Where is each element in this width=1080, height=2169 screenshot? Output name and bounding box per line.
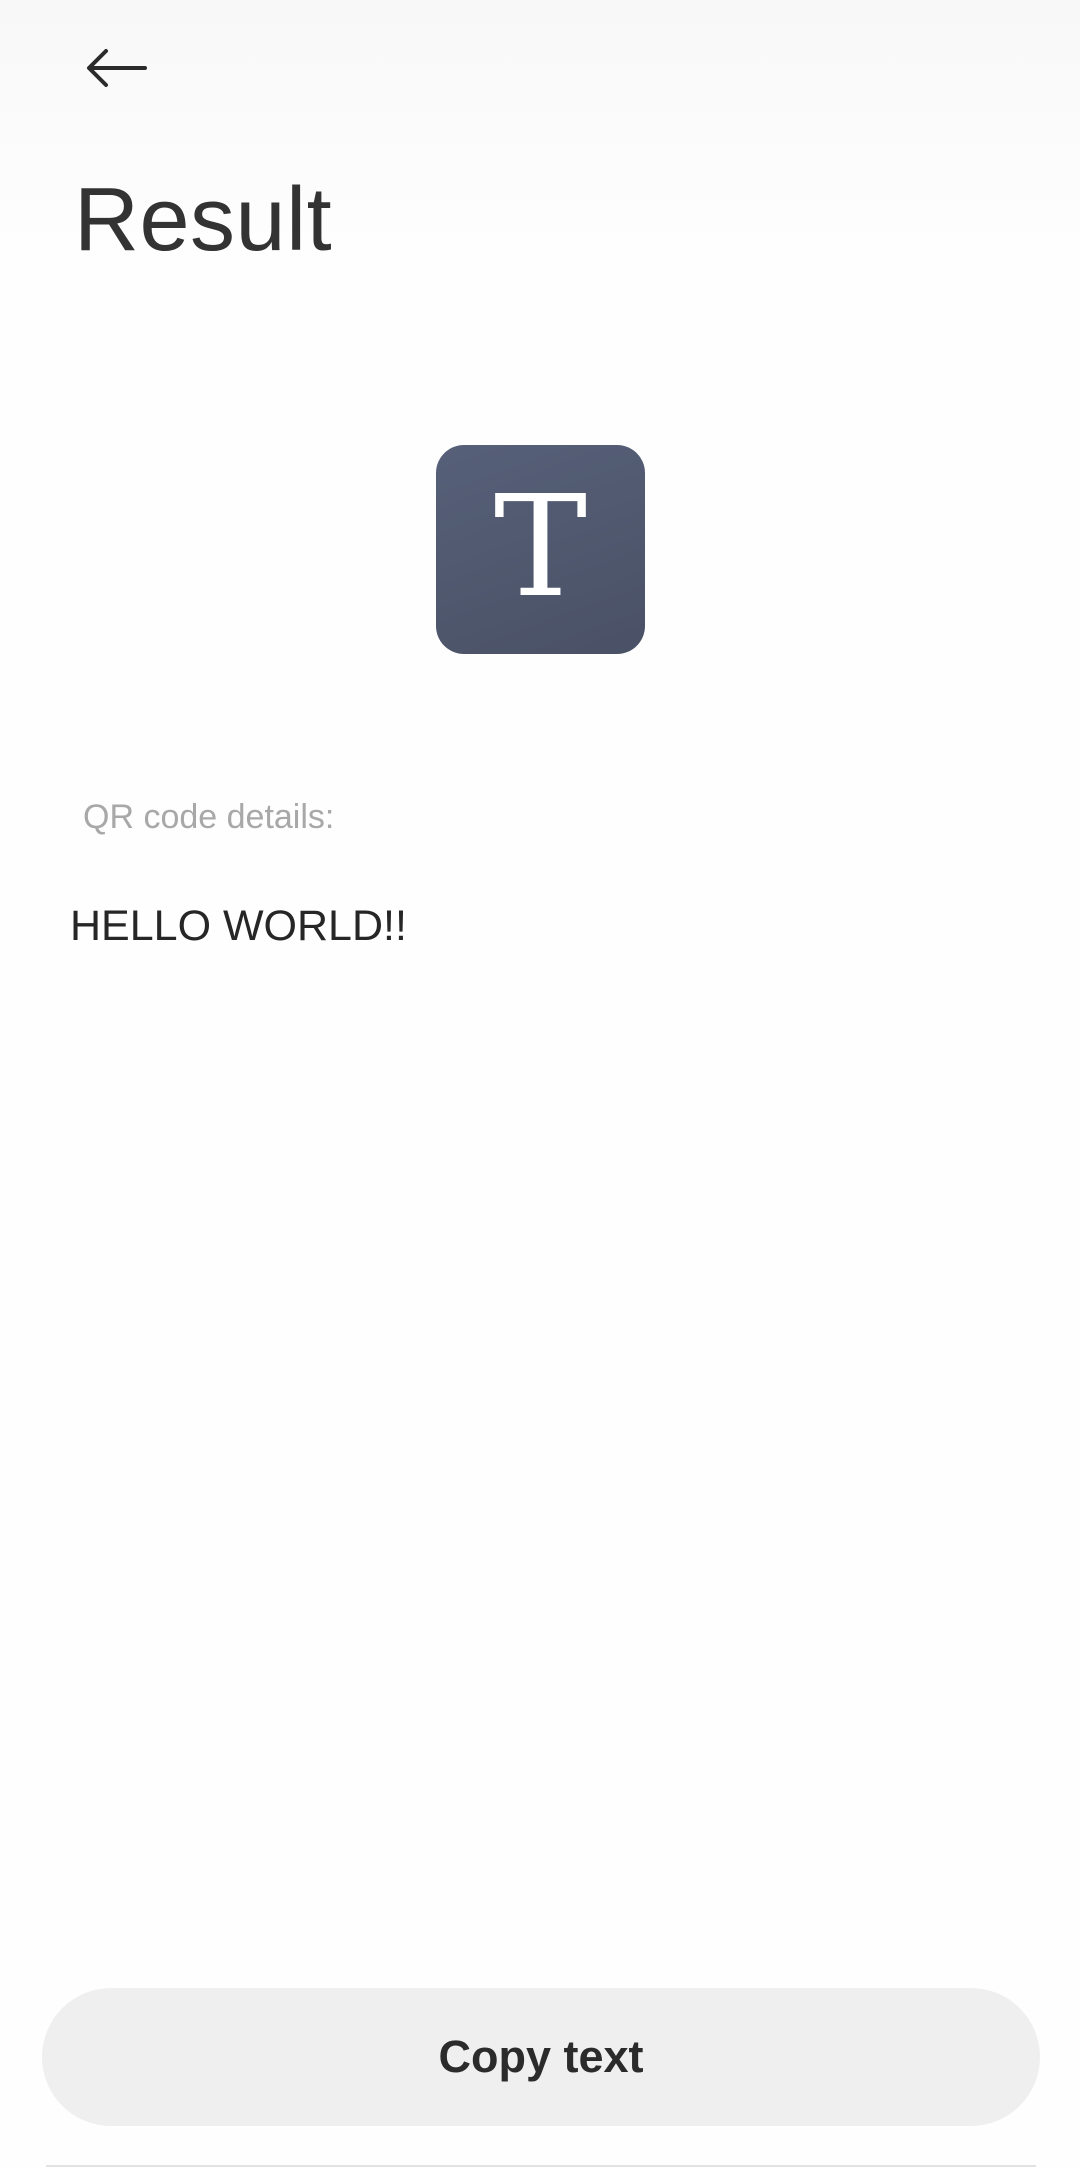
qr-details-label: QR code details: — [83, 798, 335, 836]
page-title: Result — [74, 170, 333, 270]
bottom-divider — [46, 2165, 1036, 2167]
qr-details-value: HELLO WORLD!! — [70, 902, 407, 950]
text-type-glyph: T — [493, 465, 588, 629]
text-type-icon: T — [436, 445, 645, 654]
copy-text-button[interactable]: Copy text — [42, 1988, 1040, 2126]
back-arrow-icon — [85, 48, 147, 88]
back-button[interactable] — [70, 32, 162, 104]
